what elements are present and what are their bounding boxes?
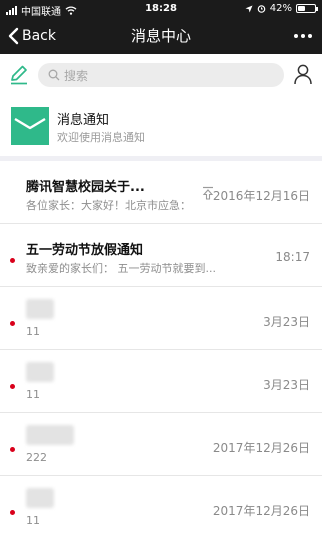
message-preview: 222 <box>26 451 47 464</box>
unread-dot <box>10 258 15 263</box>
message-preview: 11 <box>26 514 40 527</box>
search-icon <box>48 69 60 81</box>
message-row[interactable]: 11 3月23日 <box>0 287 322 350</box>
status-right: 42% <box>245 3 318 14</box>
message-list: 腾讯智慧校园关于... 各位家长：大家好！北京市应急： 2016年12月16日 … <box>0 161 322 539</box>
more-dots-icon <box>294 34 298 38</box>
envelope-icon <box>11 107 49 145</box>
message-preview: 11 <box>26 325 40 338</box>
navigation-bar: Back 消息中心 <box>0 18 322 54</box>
search-row: 搜索 <box>0 54 322 96</box>
message-row[interactable]: 五一劳动节放假通知 致亲爱的家长们： 五一劳动节就要到... 18:17 <box>0 224 322 287</box>
search-placeholder: 搜索 <box>64 68 89 83</box>
unread-dot <box>10 510 15 515</box>
message-time: 2017年12月26日 <box>212 504 310 518</box>
message-time: 18:17 <box>275 250 310 264</box>
message-title: 腾讯智慧校园关于... <box>26 180 145 195</box>
message-preview: 11 <box>26 388 40 401</box>
unread-dot <box>10 447 15 452</box>
notice-title: 消息通知 <box>57 113 110 128</box>
message-time: 2016年12月16日 <box>212 189 310 203</box>
more-button[interactable] <box>294 18 312 54</box>
status-bar: 中国联通 18:28 42% <box>0 0 322 18</box>
message-time: 3月23日 <box>263 315 310 329</box>
page-title: 消息中心 <box>130 27 191 45</box>
notice-entry[interactable]: 消息通知 欢迎使用消息通知 <box>0 96 322 156</box>
unread-dot <box>10 384 15 389</box>
redacted-title <box>26 425 74 445</box>
redacted-title <box>26 488 54 508</box>
location-arrow-icon <box>245 5 253 12</box>
message-row[interactable]: 11 2017年12月26日 <box>0 476 322 539</box>
redacted-title <box>26 299 54 319</box>
message-time: 3月23日 <box>263 378 310 392</box>
person-icon[interactable] <box>292 63 314 85</box>
unread-dot <box>10 321 15 326</box>
message-preview: 致亲爱的家长们： 五一劳动节就要到... <box>26 262 216 275</box>
battery-icon <box>296 4 318 13</box>
message-title: 五一劳动节放假通知 <box>26 243 144 258</box>
search-input[interactable]: 搜索 <box>38 63 284 87</box>
redacted-title <box>26 362 54 382</box>
alarm-clock-icon <box>257 5 266 13</box>
message-row[interactable]: 腾讯智慧校园关于... 各位家长：大家好！北京市应急： 2016年12月16日 <box>0 161 322 224</box>
message-row[interactable]: 222 2017年12月26日 <box>0 413 322 476</box>
pencil-icon[interactable] <box>8 64 30 86</box>
notice-subtitle: 欢迎使用消息通知 <box>57 131 145 144</box>
message-row[interactable]: 11 3月23日 <box>0 350 322 413</box>
message-time: 2017年12月26日 <box>212 441 310 455</box>
message-preview: 各位家长：大家好！北京市应急： <box>26 199 191 212</box>
battery-percent: 42% <box>269 3 292 14</box>
